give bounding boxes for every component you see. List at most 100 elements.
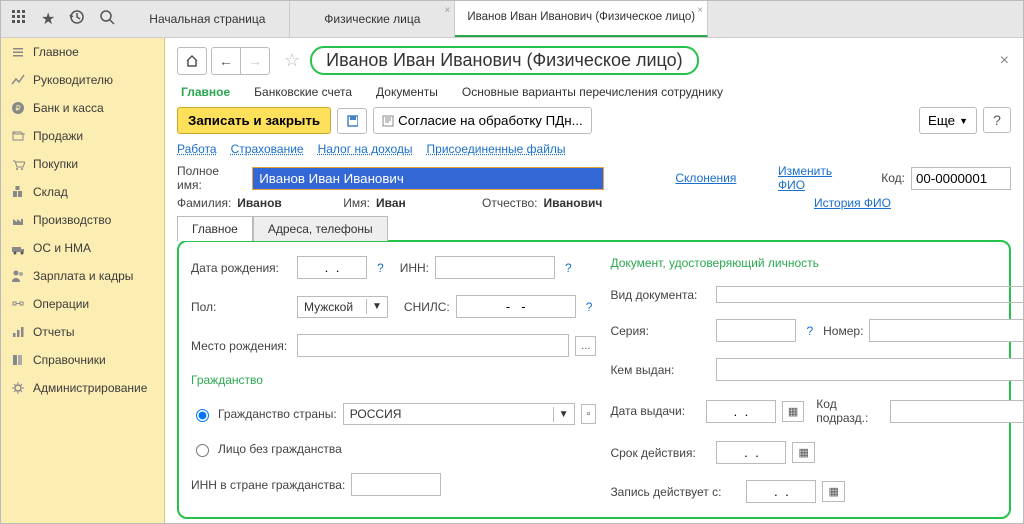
inn-help-icon[interactable]: ? (561, 261, 576, 275)
doc-type-label: Вид документа: (610, 288, 710, 302)
link-work[interactable]: Работа (177, 142, 217, 156)
code-label: Код: (881, 171, 905, 185)
citizenship-country-radio[interactable] (196, 409, 209, 422)
history-fio-link[interactable]: История ФИО (814, 196, 891, 210)
gender-label: Пол: (191, 300, 291, 314)
favorite-star-icon[interactable]: ☆ (284, 50, 300, 71)
svg-text:₽: ₽ (15, 104, 20, 113)
name-label: Имя: (343, 196, 370, 210)
close-panel-icon[interactable]: × (1000, 52, 1009, 70)
sidebar-item-warehouse[interactable]: Склад (1, 178, 164, 206)
fullname-input[interactable] (253, 168, 603, 189)
record-from-input[interactable] (746, 480, 816, 503)
sidebar-item-catalogs[interactable]: Справочники (1, 346, 164, 374)
citizenship-country-label: Гражданство страны: (218, 407, 337, 421)
link-tax[interactable]: Налог на доходы (318, 142, 413, 156)
close-icon[interactable]: × (445, 5, 451, 17)
valid-until-label: Срок действия: (610, 446, 710, 460)
search-icon[interactable] (99, 9, 115, 30)
save-and-close-button[interactable]: Записать и закрыть (177, 107, 331, 134)
fullname-field-wrapper (252, 167, 604, 190)
help-button[interactable]: ? (983, 107, 1011, 133)
dob-help-icon[interactable]: ? (373, 261, 388, 275)
close-icon[interactable]: × (697, 5, 703, 17)
consent-button[interactable]: Согласие на обработку ПДн... (373, 107, 592, 134)
home-button[interactable] (177, 47, 207, 75)
sidebar-item-operations[interactable]: Операции (1, 290, 164, 318)
page-title: Иванов Иван Иванович (Физическое лицо) (310, 46, 699, 75)
issued-by-label: Кем выдан: (610, 363, 710, 377)
subtab-main[interactable]: Главное (177, 216, 253, 241)
fullname-label: Полное имя: (177, 164, 246, 192)
birthplace-input[interactable] (297, 334, 569, 357)
tab-home[interactable]: Начальная страница (125, 1, 290, 37)
sidebar-item-sales[interactable]: Продажи (1, 122, 164, 150)
identity-doc-title: Документ, удостоверяющий личность (610, 256, 1023, 270)
birthplace-more-button[interactable]: ... (575, 336, 596, 356)
number-label: Номер: (823, 324, 863, 338)
doc-type-select[interactable]: ▼ (716, 286, 1023, 303)
snils-help-icon[interactable]: ? (582, 300, 597, 314)
country-select[interactable]: РОССИЯ▼ (343, 403, 575, 425)
link-insurance[interactable]: Страхование (231, 142, 304, 156)
forward-button[interactable]: → (240, 47, 270, 75)
window-tabs: Начальная страница Физические лица× Иван… (125, 1, 708, 37)
subtab-addresses[interactable]: Адреса, телефоны (253, 216, 388, 241)
inn-label: ИНН: (400, 261, 429, 275)
sidebar-item-reports[interactable]: Отчеты (1, 318, 164, 346)
topbar: ★ Начальная страница Физические лица× Ив… (1, 1, 1023, 38)
issued-by-input[interactable] (716, 358, 1023, 381)
back-button[interactable]: ← (211, 47, 241, 75)
dept-code-input[interactable] (890, 400, 1023, 423)
sidebar-item-hr[interactable]: Зарплата и кадры (1, 262, 164, 290)
sidebar-item-assets[interactable]: ОС и НМА (1, 234, 164, 262)
citizenship-title: Гражданство (191, 373, 596, 387)
tab-individuals[interactable]: Физические лица× (290, 1, 455, 37)
more-button[interactable]: Еще ▼ (919, 107, 977, 134)
section-tab-main[interactable]: Главное (181, 85, 230, 99)
change-fio-link[interactable]: Изменить ФИО (778, 164, 861, 192)
stateless-radio[interactable] (196, 444, 209, 457)
calendar-icon[interactable]: ▦ (822, 481, 844, 502)
stateless-label: Лицо без гражданства (218, 442, 342, 456)
dob-input[interactable] (297, 256, 367, 279)
inn-input[interactable] (435, 256, 555, 279)
sidebar-item-purchases[interactable]: Покупки (1, 150, 164, 178)
section-tab-transfer[interactable]: Основные варианты перечисления сотрудник… (462, 85, 723, 99)
series-help-icon[interactable]: ? (802, 324, 817, 338)
gender-select[interactable]: Мужской▼ (297, 296, 388, 318)
apps-icon[interactable] (11, 9, 27, 30)
tab-person[interactable]: Иванов Иван Иванович (Физическое лицо)× (455, 1, 708, 37)
declensions-link[interactable]: Склонения (675, 171, 736, 185)
valid-until-input[interactable] (716, 441, 786, 464)
country-open-button[interactable]: ▫ (581, 404, 597, 424)
issue-date-label: Дата выдачи: (610, 404, 699, 418)
birthplace-label: Место рождения: (191, 339, 291, 353)
dept-code-label: Код подразд.: (816, 397, 884, 425)
snils-input[interactable] (456, 295, 576, 318)
sidebar: Главное Руководителю ₽Банк и касса Прода… (1, 38, 165, 524)
snils-label: СНИЛС: (404, 300, 450, 314)
star-icon[interactable]: ★ (41, 9, 55, 29)
series-input[interactable] (716, 319, 796, 342)
main-panel: × ← → ☆ Иванов Иван Иванович (Физическое… (165, 38, 1023, 524)
section-tab-docs[interactable]: Документы (376, 85, 438, 99)
sidebar-item-main[interactable]: Главное (1, 38, 164, 66)
save-button[interactable] (337, 108, 367, 134)
sidebar-item-admin[interactable]: Администрирование (1, 374, 164, 402)
issue-date-input[interactable] (706, 400, 776, 423)
sidebar-item-production[interactable]: Производство (1, 206, 164, 234)
record-from-label: Запись действует с: (610, 485, 740, 499)
inn-country-input[interactable] (351, 473, 441, 496)
section-tab-bank[interactable]: Банковские счета (254, 85, 352, 99)
number-input[interactable] (869, 319, 1023, 342)
patronymic-value: Иванович (544, 196, 644, 210)
code-input[interactable] (911, 167, 1011, 190)
history-icon[interactable] (69, 9, 85, 30)
patronymic-label: Отчество: (482, 196, 538, 210)
link-files[interactable]: Присоединенные файлы (427, 142, 566, 156)
calendar-icon[interactable]: ▦ (782, 401, 804, 422)
calendar-icon[interactable]: ▦ (792, 442, 814, 463)
sidebar-item-manager[interactable]: Руководителю (1, 66, 164, 94)
sidebar-item-bank[interactable]: ₽Банк и касса (1, 94, 164, 122)
